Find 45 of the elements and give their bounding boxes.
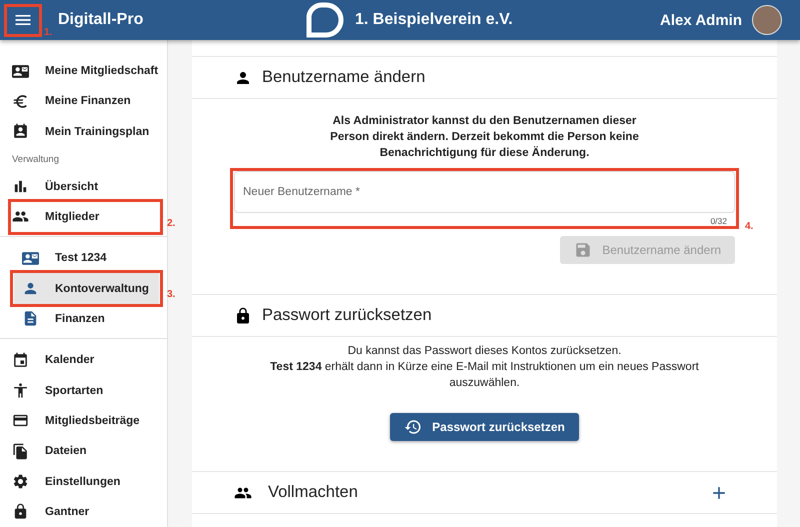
annotation-label: 3.	[167, 289, 176, 300]
club-name: 1. Beispielverein e.V.	[355, 11, 513, 29]
sidebar-item[interactable]: Finanzen	[14, 304, 159, 334]
id-card-icon	[22, 250, 39, 267]
annotation-label: 4.	[745, 221, 754, 232]
annotation-frame	[4, 4, 42, 36]
settings-icon	[12, 473, 29, 490]
avatar[interactable]	[752, 5, 782, 35]
figure-icon	[12, 382, 29, 400]
sidebar-item[interactable]: Gantner	[12, 496, 159, 527]
sidebar-item[interactable]: Mitgliedsbeiträge	[12, 406, 159, 436]
reset-icon	[404, 418, 422, 436]
sidebar-item[interactable]: Kalender	[12, 345, 159, 376]
sidebar-item[interactable]: Meine Mitgliedschaft	[12, 56, 159, 86]
logo-icon	[304, 2, 344, 38]
save-icon	[574, 241, 592, 259]
app-title: Digitall-Pro	[58, 11, 144, 29]
id-card-icon	[12, 62, 29, 80]
sidebar-item[interactable]: Meine Finanzen	[12, 86, 159, 117]
sidebar-item[interactable]: Mein Trainingsplan	[12, 116, 159, 147]
card-title: Passwort zurücksetzen	[262, 306, 432, 325]
reset-password-button[interactable]: Passwort zurücksetzen	[390, 413, 579, 441]
card-title: Benutzername ändern	[262, 68, 426, 87]
description-text: Als Administrator kannst du den Benutzernamen dieser Person direkt ändern. Derzeit bekommt die Person keine Benachrichtigung für diese Änderung.	[329, 114, 640, 161]
character-counter: 0/32	[709, 215, 728, 226]
sidebar-item[interactable]: Übersicht	[12, 171, 159, 202]
description-text: Du kannst das Passwort dieses Kontos zurücksetzen.	[348, 344, 622, 359]
username-input-field[interactable]: Neuer Benutzername *	[234, 171, 735, 213]
sidebar-item[interactable]: Dateien	[12, 436, 159, 466]
euro-icon	[12, 92, 29, 110]
lock-icon	[234, 306, 252, 324]
sidebar-item[interactable]: Einstellungen	[12, 466, 159, 497]
calendar-person-icon	[12, 123, 29, 140]
sidebar-item[interactable]: Test 1234	[14, 243, 159, 274]
description-text: Test 1234 erhält dann in Kürze eine E-Mail mit Instruktionen um ein neues Passwort auszuwählen.	[269, 360, 700, 391]
files-icon	[12, 442, 29, 460]
sidebar-heading: Verwaltung	[11, 152, 60, 167]
user-name: Alex Admin	[660, 12, 742, 28]
document-icon	[22, 310, 39, 328]
annotation-label: 1.	[44, 26, 52, 38]
card-title: Vollmachten	[268, 483, 358, 502]
sidebar-item[interactable]: Sportarten	[12, 375, 159, 406]
lock-icon	[12, 503, 29, 520]
annotation-label: 2.	[167, 218, 176, 229]
calendar-icon	[12, 352, 29, 369]
